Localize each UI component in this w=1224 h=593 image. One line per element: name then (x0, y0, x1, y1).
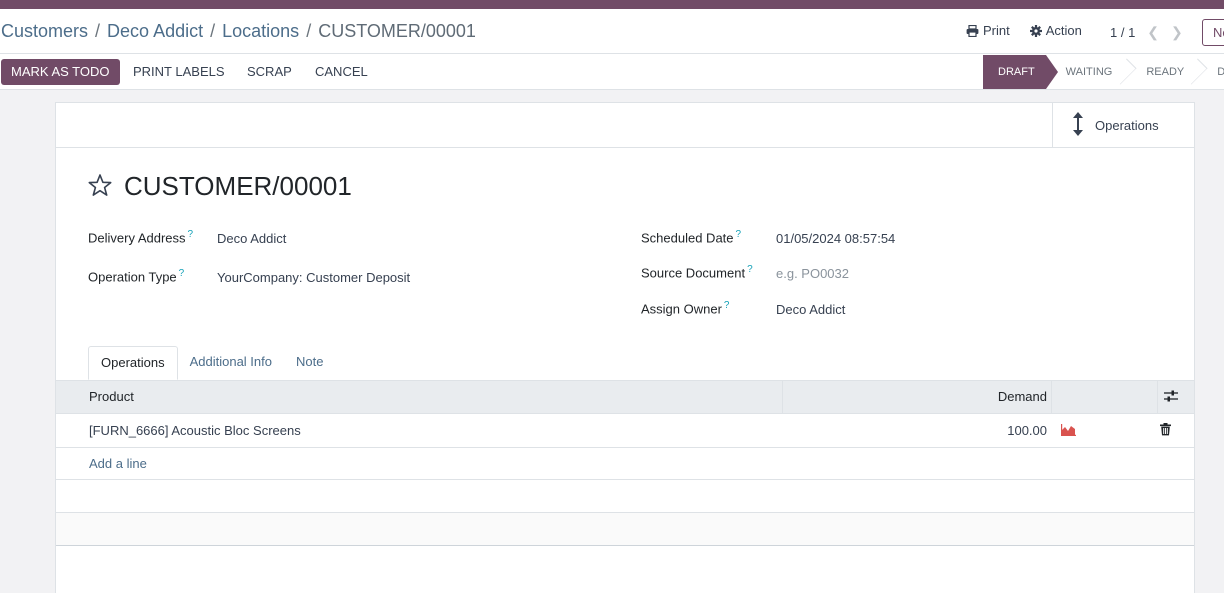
breadcrumb-deco-addict[interactable]: Deco Addict (107, 21, 203, 42)
empty-row (56, 480, 1194, 513)
column-divider (1051, 381, 1052, 413)
action-label: Action (1045, 23, 1082, 38)
mark-as-todo-button[interactable]: MARK AS TODO (1, 59, 120, 85)
action-bar: MARK AS TODO PRINT LABELS SCRAP CANCEL D… (0, 55, 1224, 90)
star-icon[interactable] (88, 173, 112, 200)
print-menu-button[interactable]: Print (966, 23, 1010, 38)
column-settings-icon[interactable] (1164, 390, 1178, 404)
record-title: CUSTOMER/00001 (124, 171, 352, 201)
help-icon[interactable]: ? (179, 268, 185, 279)
breadcrumb-separator: / (306, 21, 312, 41)
pager: 1 / 1 ❮ ❯ (1110, 24, 1183, 41)
breadcrumb-separator: / (95, 21, 101, 41)
operation-type-label: Operation Type? (88, 268, 184, 284)
breadcrumb-separator: / (210, 21, 216, 41)
source-document-input[interactable]: e.g. PO0032 (776, 266, 849, 281)
product-cell[interactable]: [FURN_6666] Acoustic Bloc Screens (89, 414, 301, 447)
chevron-right-icon[interactable]: ❯ (1171, 24, 1183, 41)
top-navbar (0, 0, 1224, 9)
scheduled-date-label-text: Scheduled Date (641, 230, 734, 246)
notebook-tabs: Operations Additional Info Note (88, 346, 335, 380)
operation-type-label-text: Operation Type (88, 269, 177, 285)
help-icon[interactable]: ? (724, 300, 730, 311)
tab-operations[interactable]: Operations (88, 346, 178, 380)
table-row[interactable]: [FURN_6666] Acoustic Bloc Screens 100.00 (56, 414, 1194, 448)
delivery-address-label: Delivery Address? (88, 229, 193, 245)
breadcrumb: Customers / Deco Addict / Locations / CU… (1, 21, 476, 42)
pager-value[interactable]: 1 / 1 (1110, 25, 1135, 40)
assign-owner-label: Assign Owner? (641, 300, 729, 316)
print-labels-button[interactable]: PRINT LABELS (133, 59, 225, 85)
breadcrumb-locations[interactable]: Locations (222, 21, 299, 42)
scrap-button[interactable]: SCRAP (247, 59, 292, 85)
add-line-link[interactable]: Add a line (89, 448, 147, 480)
status-bar: DRAFT WAITING READY D (983, 55, 1224, 89)
new-button[interactable]: Ne (1202, 19, 1224, 46)
form-sheet: Operations CUSTOMER/00001 Delivery Addre… (55, 102, 1195, 593)
operation-type-field[interactable]: YourCompany: Customer Deposit (217, 270, 410, 285)
status-waiting[interactable]: WAITING (1046, 55, 1130, 89)
add-line-row: Add a line (56, 448, 1194, 480)
smart-button-box: Operations (56, 103, 1194, 148)
source-document-label: Source Document? (641, 264, 753, 280)
delivery-address-field[interactable]: Deco Addict (217, 231, 286, 246)
status-ready[interactable]: READY (1129, 55, 1200, 89)
table-header: Product Demand (56, 380, 1194, 414)
delivery-address-label-text: Delivery Address (88, 230, 186, 246)
control-panel-top: Customers / Deco Addict / Locations / CU… (0, 9, 1224, 54)
operations-smart-label: Operations (1095, 117, 1159, 133)
scheduled-date-field[interactable]: 01/05/2024 08:57:54 (776, 231, 895, 246)
operations-smart-button[interactable]: Operations (1052, 103, 1194, 147)
tab-additional-info[interactable]: Additional Info (178, 346, 284, 380)
empty-row (56, 513, 1194, 546)
help-icon[interactable]: ? (188, 229, 194, 240)
cancel-button[interactable]: CANCEL (315, 59, 368, 85)
column-demand[interactable]: Demand (783, 381, 1047, 413)
column-product[interactable]: Product (89, 381, 134, 413)
assign-owner-field[interactable]: Deco Addict (776, 302, 845, 317)
record-actions: Print Action (966, 23, 1082, 38)
demand-cell[interactable]: 100.00 (783, 414, 1047, 447)
tab-note[interactable]: Note (284, 346, 335, 380)
vertical-arrows-icon (1073, 111, 1083, 139)
forecast-chart-icon[interactable] (1061, 424, 1076, 438)
help-icon[interactable]: ? (747, 264, 753, 275)
scheduled-date-label: Scheduled Date? (641, 229, 741, 245)
printer-icon (966, 24, 979, 37)
title-row: CUSTOMER/00001 (88, 171, 352, 202)
status-draft[interactable]: DRAFT (983, 55, 1058, 89)
breadcrumb-customers[interactable]: Customers (1, 21, 88, 42)
gear-icon (1029, 24, 1042, 37)
control-panel: Customers / Deco Addict / Locations / CU… (0, 9, 1224, 90)
status-done[interactable]: D (1200, 55, 1224, 89)
column-divider (1157, 381, 1158, 413)
action-menu-button[interactable]: Action (1029, 23, 1082, 38)
assign-owner-label-text: Assign Owner (641, 301, 722, 317)
breadcrumb-current: CUSTOMER/00001 (318, 21, 476, 41)
help-icon[interactable]: ? (736, 229, 742, 240)
operations-table: Product Demand [FURN_6666] Acoustic Bloc… (56, 380, 1194, 546)
trash-icon[interactable] (1160, 423, 1171, 437)
print-label: Print (983, 23, 1010, 38)
chevron-left-icon[interactable]: ❮ (1147, 24, 1159, 41)
source-document-label-text: Source Document (641, 265, 746, 281)
